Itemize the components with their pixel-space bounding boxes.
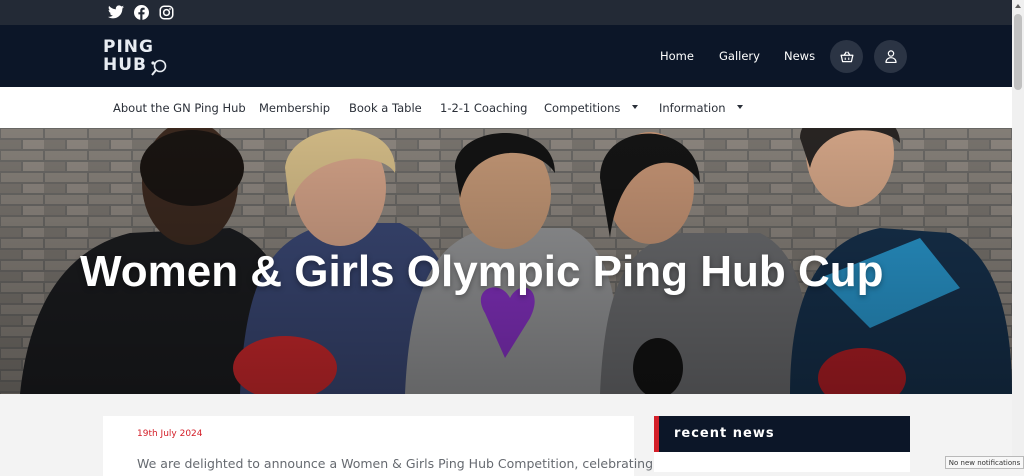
logo-line-1: PING <box>103 37 154 57</box>
nav-gallery[interactable]: Gallery <box>719 25 760 87</box>
nav-book-table[interactable]: Book a Table <box>349 87 422 128</box>
recent-news-list <box>654 452 910 472</box>
twitter-icon[interactable] <box>107 4 125 20</box>
site-header: PING HUB Home Gallery News <box>0 25 1012 87</box>
basket-icon <box>840 50 853 62</box>
scrollbar-thumb[interactable] <box>1014 14 1022 90</box>
account-button[interactable] <box>874 40 907 73</box>
chevron-down-icon[interactable] <box>737 105 743 109</box>
social-bar <box>0 0 1012 25</box>
nav-competitions[interactable]: Competitions <box>544 87 620 128</box>
site-logo[interactable]: PING HUB <box>103 38 173 76</box>
user-icon <box>884 50 897 63</box>
scroll-up-icon[interactable] <box>1015 4 1021 8</box>
article-card: 19th July 2024 We are delighted to annou… <box>103 416 653 476</box>
facebook-icon[interactable] <box>132 4 150 20</box>
nav-home[interactable]: Home <box>660 25 694 87</box>
notification-indicator[interactable]: No new notifications <box>945 456 1024 469</box>
content-area: 19th July 2024 We are delighted to annou… <box>0 394 1012 476</box>
hero-banner: Women & Girls Olympic Ping Hub Cup <box>0 128 1012 394</box>
nav-coaching[interactable]: 1-2-1 Coaching <box>440 87 527 128</box>
nav-membership[interactable]: Membership <box>259 87 330 128</box>
paddle-logo-icon <box>151 59 167 76</box>
basket-button[interactable] <box>830 40 863 73</box>
article-date: 19th July 2024 <box>137 429 203 439</box>
nav-about[interactable]: About the GN Ping Hub <box>113 87 246 128</box>
recent-news-title: recent news <box>674 426 775 441</box>
accent-bar <box>654 416 659 452</box>
recent-news-header: recent news <box>654 416 910 452</box>
hero-title: Women & Girls Olympic Ping Hub Cup <box>80 247 884 296</box>
chevron-down-icon[interactable] <box>632 105 638 109</box>
instagram-icon[interactable] <box>157 4 175 20</box>
secondary-nav: About the GN Ping Hub Membership Book a … <box>0 87 1012 128</box>
page-scrollbar[interactable] <box>1012 0 1024 469</box>
nav-information[interactable]: Information <box>659 87 726 128</box>
nav-news[interactable]: News <box>784 25 815 87</box>
